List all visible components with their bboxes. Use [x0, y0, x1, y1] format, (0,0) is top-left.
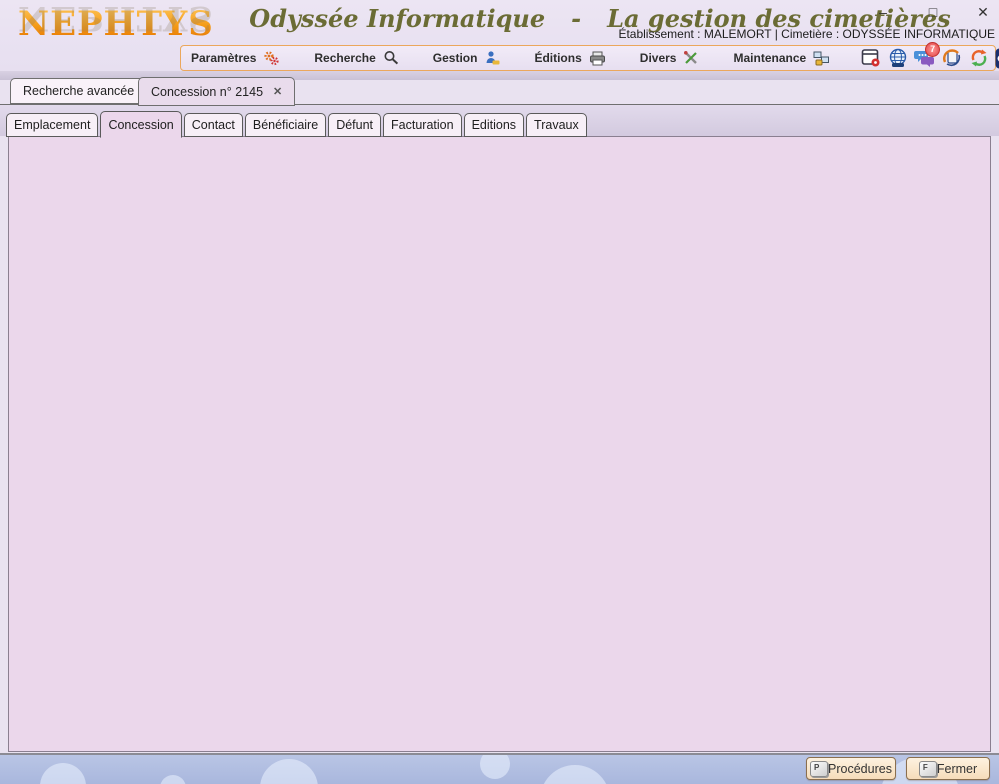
close-button[interactable]: ✕ — [975, 4, 991, 21]
remote-support-icon[interactable] — [995, 48, 999, 69]
planning-icon[interactable] — [860, 48, 881, 69]
subtab-facturation[interactable]: Facturation — [383, 113, 462, 137]
globe-icon[interactable] — [887, 48, 908, 69]
menu-gestion[interactable]: Gestion — [429, 48, 505, 68]
application-window: NEPHTYS NEPHTYS Odyssée Informatique - L… — [0, 0, 999, 784]
chat-badge: 7 — [925, 42, 940, 57]
subtab-emplacement[interactable]: Emplacement — [6, 113, 98, 137]
gears-icon — [263, 51, 280, 66]
menu-recherche[interactable]: Recherche — [310, 48, 402, 68]
menu-editions[interactable]: Éditions — [530, 49, 609, 68]
subtab-defunt[interactable]: Défunt — [328, 113, 381, 137]
window-controls: – □ ✕ — [875, 4, 991, 21]
network-icon — [813, 51, 830, 66]
status-icons: 7 — [860, 48, 999, 69]
nephtys-logo-reflection: NEPHTYS — [18, 0, 214, 38]
close-panel-button[interactable]: F Fermer — [906, 757, 990, 780]
keyboard-key-icon: P — [810, 761, 828, 777]
subtab-editions[interactable]: Editions — [464, 113, 524, 137]
subtab-bar: Emplacement Concession Contact Bénéficia… — [6, 111, 587, 138]
minimize-button[interactable]: – — [875, 4, 891, 21]
subtab-contact[interactable]: Contact — [184, 113, 243, 137]
subtab-beneficiaire[interactable]: Bénéficiaire — [245, 113, 326, 137]
subtab-travaux[interactable]: Travaux — [526, 113, 587, 137]
menu-maintenance[interactable]: Maintenance — [729, 49, 834, 68]
procedures-button[interactable]: P Procédures — [806, 757, 896, 780]
maximize-button[interactable]: □ — [925, 4, 941, 21]
tab-close-icon[interactable]: ✕ — [273, 85, 282, 98]
tab-concession-2145[interactable]: Concession n° 2145 ✕ — [138, 77, 295, 106]
chat-icon[interactable]: 7 — [914, 48, 935, 69]
search-icon — [383, 50, 399, 66]
menu-bar: Paramètres Recherche Gestion — [180, 45, 996, 71]
sync-icon[interactable] — [968, 48, 989, 69]
tools-icon — [683, 50, 699, 66]
keyboard-key-icon: F — [919, 761, 937, 777]
app-title-dash: - — [571, 4, 581, 33]
app-title-left: Odyssée Informatique — [249, 4, 545, 33]
establishment-subtitle: Établissement : MALEMORT | Cimetière : O… — [618, 27, 995, 41]
printer-icon — [589, 51, 606, 66]
person-icon — [484, 50, 500, 66]
menu-parametres[interactable]: Paramètres — [187, 49, 284, 68]
concession-panel — [8, 136, 991, 752]
odyssee-logo-icon[interactable] — [941, 48, 962, 69]
menu-divers[interactable]: Divers — [636, 48, 704, 68]
subtab-concession[interactable]: Concession — [100, 111, 181, 138]
